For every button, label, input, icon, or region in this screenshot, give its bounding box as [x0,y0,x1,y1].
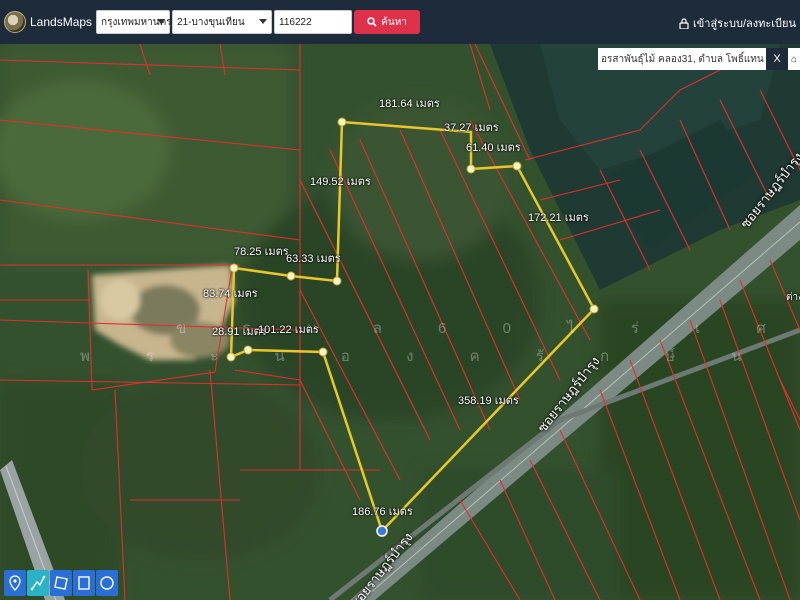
chevron-down-icon [157,19,166,24]
lock-icon [679,17,689,29]
measurement-label: 358.19 เมตร [458,395,519,407]
survey-start-vertex[interactable] [376,525,388,537]
rectangle-tool[interactable] [73,570,95,596]
search-icon [367,17,377,27]
location-pin-tool[interactable] [4,570,26,596]
measurement-label: 83.74 เมตร [203,288,258,300]
measurement-label: 63.33 เมตร [286,253,341,265]
measurement-label: 149.52 เมตร [310,176,371,188]
login-link[interactable]: เข้าสู่ระบบ/ลงทะเบียน [679,14,796,32]
measurement-label: 172.21 เมตร [528,212,589,224]
location-pin-icon [9,575,21,591]
location-info-box: อรสาพันธุ์ไม้ คลอง31, ตำบล โพธิ์แทน อำเภ… [598,48,800,70]
app-logo[interactable] [4,11,26,33]
home-icon[interactable]: ⌂ [788,48,800,70]
login-label: เข้าสู่ระบบ/ลงทะเบียน [693,18,796,30]
survey-vertex[interactable] [229,263,239,273]
district-select-value: 21-บางขุนเทียน [177,16,245,28]
measure-line-icon [30,575,46,591]
search-button[interactable]: ค้นหา [354,10,421,34]
measurement-label: 186.76 เมตร [352,506,413,518]
watermark-bottom: พ ร ะ น อ ง ค รั ก ษ์ น [80,348,768,365]
edge-place-label: ต่าง [786,292,800,303]
circle-icon [100,576,114,590]
survey-vertex[interactable] [589,304,599,314]
survey-vertex[interactable] [286,271,296,281]
survey-vertex[interactable] [512,161,522,171]
location-info-text: อรสาพันธุ์ไม้ คลอง31, ตำบล โพธิ์แทน อำเภ… [598,48,766,70]
district-select[interactable]: 21-บางขุนเทียน [172,10,273,34]
measurement-label: 61.40 เมตร [466,142,521,154]
draw-toolbar [4,570,118,596]
survey-vertex[interactable] [337,117,347,127]
rectangle-icon [78,576,90,590]
measure-line-tool[interactable] [27,570,49,596]
measurement-label: 101.22 เมตร [258,324,319,336]
brand-name[interactable]: LandsMaps [30,15,92,29]
measurement-label: 37.27 เมตร [444,122,499,134]
polygon-icon [54,576,68,590]
satellite-map[interactable]: ข ร ม ล 6 0 ไ ร่ เ ศ ษ พ ร ะ น อ ง ค รั … [0,44,800,600]
measurement-label: 181.64 เมตร [379,98,440,110]
survey-vertex[interactable] [466,164,476,174]
chevron-down-icon [259,19,268,24]
survey-vertex[interactable] [332,276,342,286]
close-button[interactable]: X [766,48,788,70]
top-navigation-bar: LandsMaps กรุงเทพมหานคร 21-บางขุนเทียน ค… [0,0,800,44]
measurement-label: 78.25 เมตร [234,246,289,258]
circle-tool[interactable] [96,570,118,596]
polygon-tool[interactable] [50,570,72,596]
province-select[interactable]: กรุงเทพมหานคร [96,10,172,34]
parcel-number-input[interactable] [274,10,353,34]
search-button-label: ค้นหา [381,16,407,28]
